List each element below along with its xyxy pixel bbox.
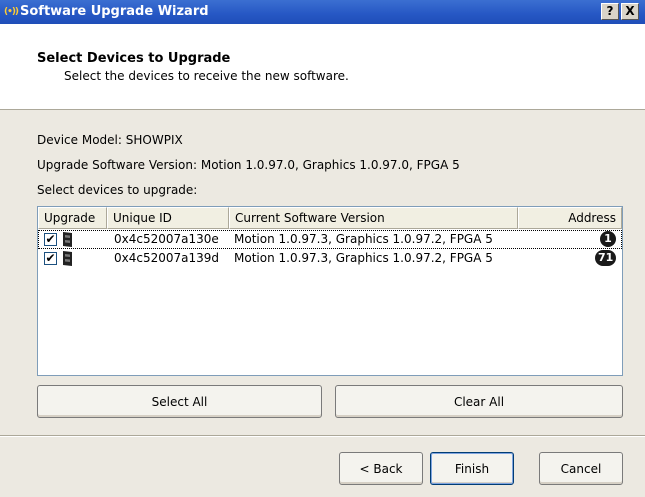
device-model-label: Device Model: <box>37 133 122 147</box>
address-badge: 1 <box>600 231 616 247</box>
close-button[interactable]: X <box>621 3 639 20</box>
upgrade-checkbox[interactable]: ✔ <box>44 252 57 265</box>
select-all-button[interactable]: Select All <box>37 385 322 418</box>
column-unique-id[interactable]: Unique ID <box>107 207 229 229</box>
device-icon <box>63 251 72 266</box>
finish-button[interactable]: Finish <box>430 452 514 485</box>
address-badge: 71 <box>595 250 617 266</box>
broadcast-icon: (•)) <box>3 7 19 17</box>
cancel-button[interactable]: Cancel <box>539 452 623 485</box>
version-cell: Motion 1.0.97.3, Graphics 1.0.97.2, FPGA… <box>234 232 493 246</box>
table-row[interactable]: ✔ 0x4c52007a139d Motion 1.0.97.3, Graphi… <box>38 249 622 268</box>
title-bar[interactable]: (•)) Software Upgrade Wizard ? X <box>0 0 645 24</box>
unique-id-cell: 0x4c52007a130e <box>114 232 219 246</box>
header-panel: Select Devices to Upgrade Select the dev… <box>0 24 645 110</box>
device-list[interactable]: Upgrade Unique ID Current Software Versi… <box>37 206 623 376</box>
device-model-value: SHOWPIX <box>125 133 183 147</box>
back-button[interactable]: < Back <box>339 452 423 485</box>
clear-all-button[interactable]: Clear All <box>335 385 623 418</box>
help-button[interactable]: ? <box>601 3 619 20</box>
upgrade-version-value: Motion 1.0.97.0, Graphics 1.0.97.0, FPGA… <box>200 158 460 172</box>
table-row[interactable]: ✔ 0x4c52007a130e Motion 1.0.97.3, Graphi… <box>38 230 622 249</box>
footer-divider <box>0 435 645 437</box>
upgrade-version-label: Upgrade Software Version: <box>37 158 198 172</box>
upgrade-checkbox[interactable]: ✔ <box>44 233 57 246</box>
column-address[interactable]: Address <box>518 207 622 229</box>
version-cell: Motion 1.0.97.3, Graphics 1.0.97.2, FPGA… <box>234 251 493 265</box>
device-icon <box>63 232 72 247</box>
list-header: Upgrade Unique ID Current Software Versi… <box>38 207 622 229</box>
column-upgrade[interactable]: Upgrade <box>38 207 107 229</box>
upgrade-version-line: Upgrade Software Version: Motion 1.0.97.… <box>37 158 460 172</box>
device-model-line: Device Model: SHOWPIX <box>37 133 183 147</box>
column-software-version[interactable]: Current Software Version <box>229 207 518 229</box>
wizard-window: (•)) Software Upgrade Wizard ? X Select … <box>0 0 645 497</box>
select-devices-label: Select devices to upgrade: <box>37 183 198 197</box>
page-title: Select Devices to Upgrade <box>37 51 231 66</box>
window-title: Software Upgrade Wizard <box>20 4 209 19</box>
unique-id-cell: 0x4c52007a139d <box>114 251 220 265</box>
page-subtitle: Select the devices to receive the new so… <box>64 69 349 83</box>
